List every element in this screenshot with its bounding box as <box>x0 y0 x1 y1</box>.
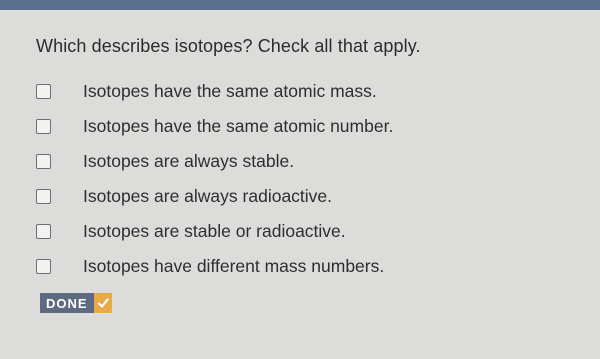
option-different-mass-numbers[interactable]: Isotopes have different mass numbers. <box>36 249 576 284</box>
checkbox[interactable] <box>36 119 51 134</box>
checkbox[interactable] <box>36 189 51 204</box>
option-label: Isotopes have different mass numbers. <box>83 256 385 276</box>
question-text: Which describes isotopes? Check all that… <box>36 36 421 56</box>
done-label: DONE <box>40 293 94 313</box>
option-always-stable[interactable]: Isotopes are always stable. <box>36 144 576 179</box>
top-strip <box>0 0 600 10</box>
options-list: Isotopes have the same atomic mass. Isot… <box>36 74 576 284</box>
checkbox[interactable] <box>36 84 51 99</box>
option-label: Isotopes are always radioactive. <box>83 186 333 206</box>
option-label: Isotopes are always stable. <box>83 151 295 171</box>
option-stable-or-radioactive[interactable]: Isotopes are stable or radioactive. <box>36 214 576 249</box>
option-label: Isotopes have the same atomic number. <box>83 116 394 136</box>
option-same-atomic-mass[interactable]: Isotopes have the same atomic mass. <box>36 74 576 109</box>
checkbox[interactable] <box>36 154 51 169</box>
option-label: Isotopes are stable or radioactive. <box>83 221 346 241</box>
question-panel: Which describes isotopes? Check all that… <box>0 10 600 359</box>
checkmark-icon <box>93 293 112 313</box>
checkbox[interactable] <box>36 259 51 274</box>
option-label: Isotopes have the same atomic mass. <box>83 81 377 101</box>
checkbox[interactable] <box>36 224 51 239</box>
option-same-atomic-number[interactable]: Isotopes have the same atomic number. <box>36 109 576 144</box>
option-always-radioactive[interactable]: Isotopes are always radioactive. <box>36 179 576 214</box>
done-button[interactable]: DONE <box>40 293 112 313</box>
